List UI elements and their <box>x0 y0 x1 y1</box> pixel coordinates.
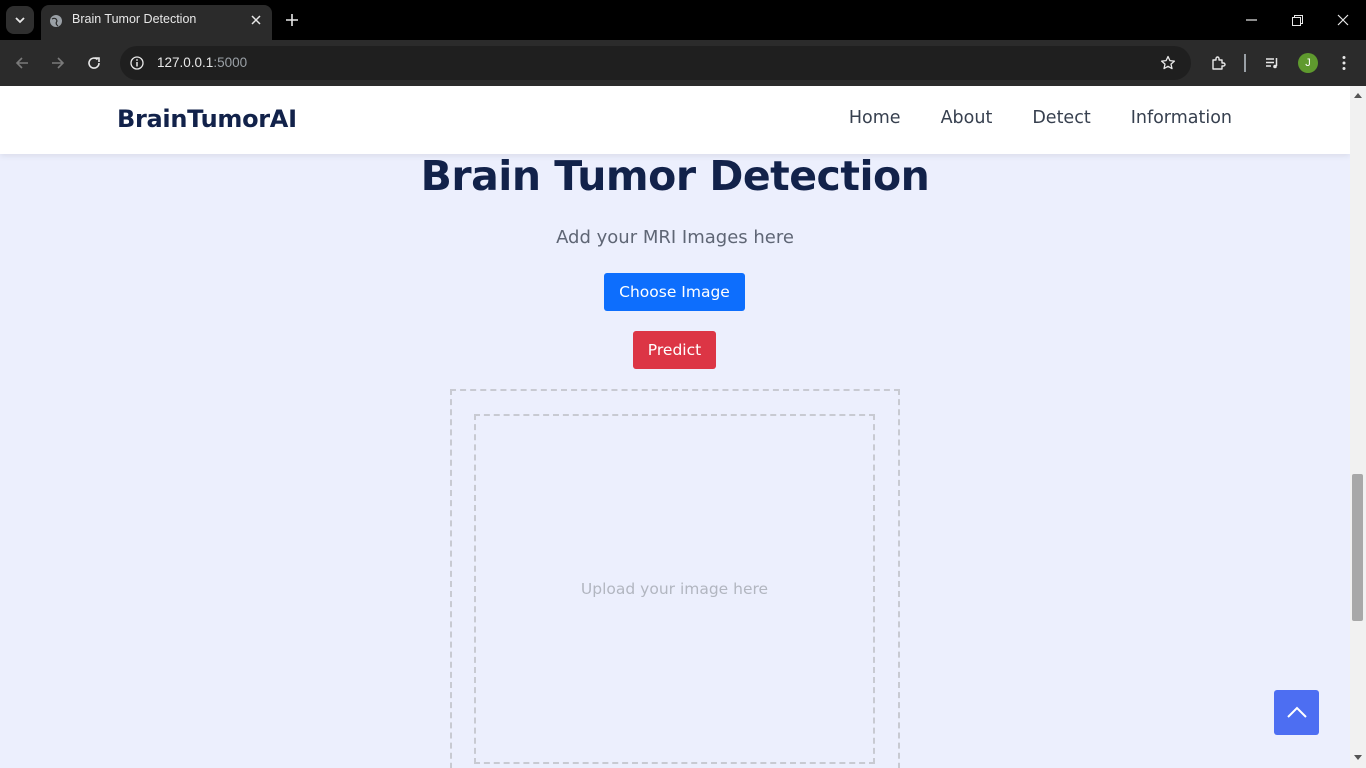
page-viewport: BrainTumorAI Home About Detect Informati… <box>0 86 1350 768</box>
kebab-menu-icon[interactable] <box>1334 53 1354 73</box>
upload-dropzone[interactable]: Upload your image here <box>474 414 875 764</box>
nav-about[interactable]: About <box>941 108 993 128</box>
back-arrow-icon[interactable] <box>11 52 33 74</box>
url-text[interactable]: 127.0.0.1:5000 <box>157 55 247 70</box>
star-icon[interactable] <box>1158 53 1178 73</box>
upload-placeholder: Upload your image here <box>580 580 769 598</box>
page-title: Brain Tumor Detection <box>420 152 930 200</box>
globe-icon <box>49 13 63 32</box>
minimize-icon[interactable] <box>1241 10 1261 30</box>
media-controls-icon[interactable] <box>1262 53 1282 73</box>
choose-image-button[interactable]: Choose Image <box>604 273 745 311</box>
tab-search-icon[interactable] <box>6 6 34 34</box>
close-icon[interactable] <box>248 12 264 28</box>
predict-button[interactable]: Predict <box>633 331 716 369</box>
info-icon[interactable] <box>127 53 147 73</box>
back-to-top-button[interactable] <box>1274 690 1319 735</box>
nav-information[interactable]: Information <box>1131 108 1232 128</box>
scroll-down-arrow-icon[interactable] <box>1350 752 1366 762</box>
chevron-up-icon <box>1286 703 1307 722</box>
nav-home[interactable]: Home <box>849 108 901 128</box>
plus-icon[interactable] <box>282 10 302 30</box>
profile-avatar[interactable]: J <box>1298 53 1318 73</box>
site-header: BrainTumorAI Home About Detect Informati… <box>0 86 1350 154</box>
nav-detect[interactable]: Detect <box>1032 108 1090 128</box>
browser-tab-bar: Brain Tumor Detection <box>0 0 1366 40</box>
page-subtitle: Add your MRI Images here <box>556 227 794 248</box>
main-nav: Home About Detect Information <box>849 108 1232 128</box>
page-scrollbar[interactable] <box>1350 86 1366 768</box>
tab-title: Brain Tumor Detection <box>72 12 197 26</box>
restore-icon[interactable] <box>1287 10 1307 30</box>
url-port: :5000 <box>213 55 248 70</box>
scroll-up-arrow-icon[interactable] <box>1350 90 1366 100</box>
reload-icon[interactable] <box>83 52 105 74</box>
url-host: 127.0.0.1 <box>157 55 214 70</box>
close-window-icon[interactable] <box>1333 10 1353 30</box>
brand-logo[interactable]: BrainTumorAI <box>117 105 297 133</box>
toolbar-divider <box>1244 54 1246 72</box>
address-bar[interactable] <box>120 46 1191 80</box>
forward-arrow-icon[interactable] <box>47 52 69 74</box>
scrollbar-thumb[interactable] <box>1352 474 1363 621</box>
extensions-icon[interactable] <box>1208 53 1228 73</box>
